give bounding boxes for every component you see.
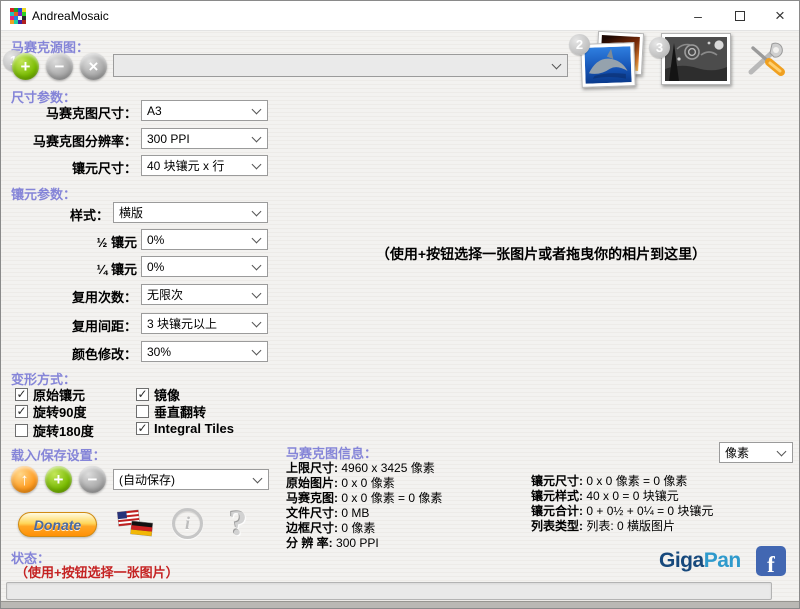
language-button[interactable] — [117, 508, 155, 540]
chevron-down-icon — [777, 448, 787, 458]
title-bar: AndreaMosaic – × — [1, 1, 799, 31]
checkbox-rotate-90[interactable]: ✓ 旋转90度 — [15, 402, 86, 421]
checkbox-label: 旋转180度 — [33, 421, 94, 440]
mosaic-resolution-select[interactable]: 300 PPI — [141, 128, 268, 149]
window-title: AndreaMosaic — [32, 9, 109, 23]
chevron-down-icon — [252, 319, 262, 329]
remove-source-button[interactable]: − — [46, 53, 73, 80]
mosaic-resolution-label: 马赛克图分辨率： — [11, 131, 137, 150]
info-icon: i — [185, 513, 190, 534]
plus-icon: + — [21, 58, 31, 75]
maximize-icon — [735, 11, 745, 21]
step-2-badge: 2 — [569, 34, 590, 55]
question-mark-icon: ? — [229, 503, 247, 543]
tile-style-label: 样式： — [11, 205, 109, 224]
load-settings-button[interactable]: ↑ — [11, 466, 38, 493]
starry-night-photo-icon — [665, 37, 727, 81]
minus-icon: − — [88, 471, 98, 488]
add-source-button[interactable]: + — [12, 53, 39, 80]
settings-preset-select[interactable]: (自动保存) — [113, 469, 269, 490]
chevron-down-icon — [252, 347, 262, 357]
x-icon: × — [89, 58, 99, 75]
info-list-type: 列表类型: 列表: 0 横版图片 — [531, 517, 675, 534]
half-tile-label: ½ 镶元 — [11, 232, 137, 251]
tools-wrench-icon — [745, 41, 789, 79]
checkbox-rotate-180[interactable]: 旋转180度 — [15, 421, 94, 440]
minus-icon: − — [55, 58, 65, 75]
clear-source-button[interactable]: × — [80, 53, 107, 80]
checkbox-icon: ✓ — [15, 405, 28, 418]
checkbox-icon — [15, 424, 28, 437]
chevron-down-icon — [252, 262, 262, 272]
progress-bar — [6, 582, 772, 600]
chevron-down-icon — [252, 161, 262, 171]
mosaic-size-select[interactable]: A3 — [141, 100, 268, 121]
main-image-thumbnail[interactable] — [661, 33, 731, 85]
reuse-count-label: 复用次数： — [11, 287, 137, 306]
checkbox-icon: ✓ — [136, 388, 149, 401]
status-message: （使用+按钮选择一张图片） — [15, 562, 179, 581]
close-icon: × — [775, 6, 785, 26]
info-resolution: 分 辨 率: 300 PPI — [286, 534, 379, 551]
quarter-tile-select[interactable]: 0% — [141, 256, 268, 277]
window-bottom-edge — [1, 601, 799, 609]
andreamosaic-window: AndreaMosaic – × 马赛克源图： 1 + − × 2 — [0, 0, 800, 609]
source-image-combobox[interactable] — [113, 54, 568, 77]
save-settings-button[interactable]: + — [45, 466, 72, 493]
gigapan-logo[interactable]: GigaPan — [659, 549, 741, 573]
chevron-down-icon — [552, 61, 562, 71]
checkbox-label: 旋转90度 — [33, 402, 86, 421]
flags-icon — [117, 508, 155, 540]
checkbox-icon: ✓ — [15, 388, 28, 401]
quarter-tile-label: ¼ 镶元 — [11, 259, 137, 278]
checkbox-icon — [136, 405, 149, 418]
minimize-button[interactable]: – — [675, 1, 721, 30]
unit-select[interactable]: 像素 — [719, 442, 793, 463]
drop-hint-text: （使用+按钮选择一张图片或者拖曳你的相片到这里） — [321, 244, 761, 264]
reuse-count-select[interactable]: 无限次 — [141, 284, 268, 305]
chevron-down-icon — [252, 208, 262, 218]
checkbox-vertical-flip[interactable]: 垂直翻转 — [136, 402, 206, 421]
checkbox-label: 垂直翻转 — [154, 402, 206, 421]
chevron-down-icon — [253, 475, 263, 485]
reuse-distance-select[interactable]: 3 块镶元以上 — [141, 313, 268, 334]
step-3-badge: 3 — [649, 37, 670, 58]
tile-size-select[interactable]: 40 块镶元 x 行 — [141, 155, 268, 176]
chevron-down-icon — [252, 106, 262, 116]
reuse-distance-label: 复用间距： — [11, 316, 137, 335]
mosaic-size-label: 马赛克图尺寸： — [11, 103, 137, 122]
tile-section-header: 镶元参数： — [11, 184, 76, 203]
up-arrow-icon: ↑ — [20, 471, 29, 488]
plus-icon: + — [54, 471, 64, 488]
about-button[interactable]: i — [172, 508, 203, 539]
donate-button[interactable]: Donate — [18, 512, 97, 537]
close-button[interactable]: × — [759, 1, 800, 30]
app-mosaic-icon — [10, 8, 26, 24]
dolphin-photo-icon — [584, 46, 631, 84]
settings-section-header: 载入/保存设置： — [11, 445, 106, 464]
color-change-select[interactable]: 30% — [141, 341, 268, 362]
maximize-button[interactable] — [721, 1, 759, 30]
half-tile-select[interactable]: 0% — [141, 229, 268, 250]
chevron-down-icon — [252, 235, 262, 245]
color-change-label: 颜色修改： — [11, 344, 137, 363]
options-button[interactable] — [745, 41, 789, 79]
checkbox-icon: ✓ — [136, 422, 149, 435]
checkbox-integral-tiles[interactable]: ✓ Integral Tiles — [136, 421, 234, 436]
help-button[interactable]: ? — [229, 502, 247, 544]
minimize-icon: – — [694, 8, 702, 24]
chevron-down-icon — [252, 290, 262, 300]
tile-size-label: 镶元尺寸： — [11, 158, 137, 177]
tile-style-select[interactable]: 横版 — [113, 202, 268, 223]
checkbox-label: Integral Tiles — [154, 421, 234, 436]
chevron-down-icon — [252, 134, 262, 144]
delete-settings-button[interactable]: − — [79, 466, 106, 493]
facebook-icon[interactable]: f — [756, 546, 786, 576]
